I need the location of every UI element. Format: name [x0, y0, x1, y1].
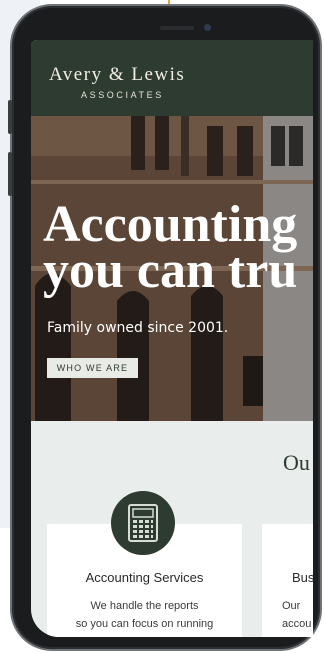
- hero-title-line2: you can tru: [43, 242, 298, 299]
- card-text: We handle the reports so you can focus o…: [47, 597, 242, 633]
- card-text-line1: Our: [282, 600, 301, 612]
- hero-banner: Accounting you can tru Family owned sinc…: [31, 116, 313, 421]
- card-title: Bus: [292, 570, 313, 585]
- card-text-line2: accou: [282, 618, 312, 630]
- hero-subtitle: Family owned since 2001.: [47, 320, 229, 336]
- card-text: Our accou: [282, 597, 313, 633]
- speaker-grille: [160, 26, 194, 30]
- site-header: Avery & Lewis ASSOCIATES: [31, 40, 313, 116]
- logo-title[interactable]: Avery & Lewis: [49, 64, 185, 86]
- who-we-are-button[interactable]: WHO WE ARE: [47, 358, 138, 378]
- phone-volume-button: [8, 152, 12, 196]
- hero-title: Accounting you can tru: [43, 199, 298, 299]
- phone-side-button: [8, 100, 12, 134]
- logo-subtitle: ASSOCIATES: [81, 90, 164, 100]
- card-text-line1: We handle the reports: [90, 600, 199, 612]
- card-title: Accounting Services: [85, 570, 204, 585]
- card-text-line2: so you can focus on running: [75, 618, 214, 630]
- phone-screen: Avery & Lewis ASSOCIATES Accounting you …: [31, 40, 313, 637]
- calculator-icon: [128, 504, 158, 542]
- camera-icon: [204, 24, 211, 31]
- section-heading: Ou: [283, 450, 310, 475]
- service-card[interactable]: Bus Our accou: [262, 524, 313, 637]
- calculator-icon-badge: [111, 491, 175, 555]
